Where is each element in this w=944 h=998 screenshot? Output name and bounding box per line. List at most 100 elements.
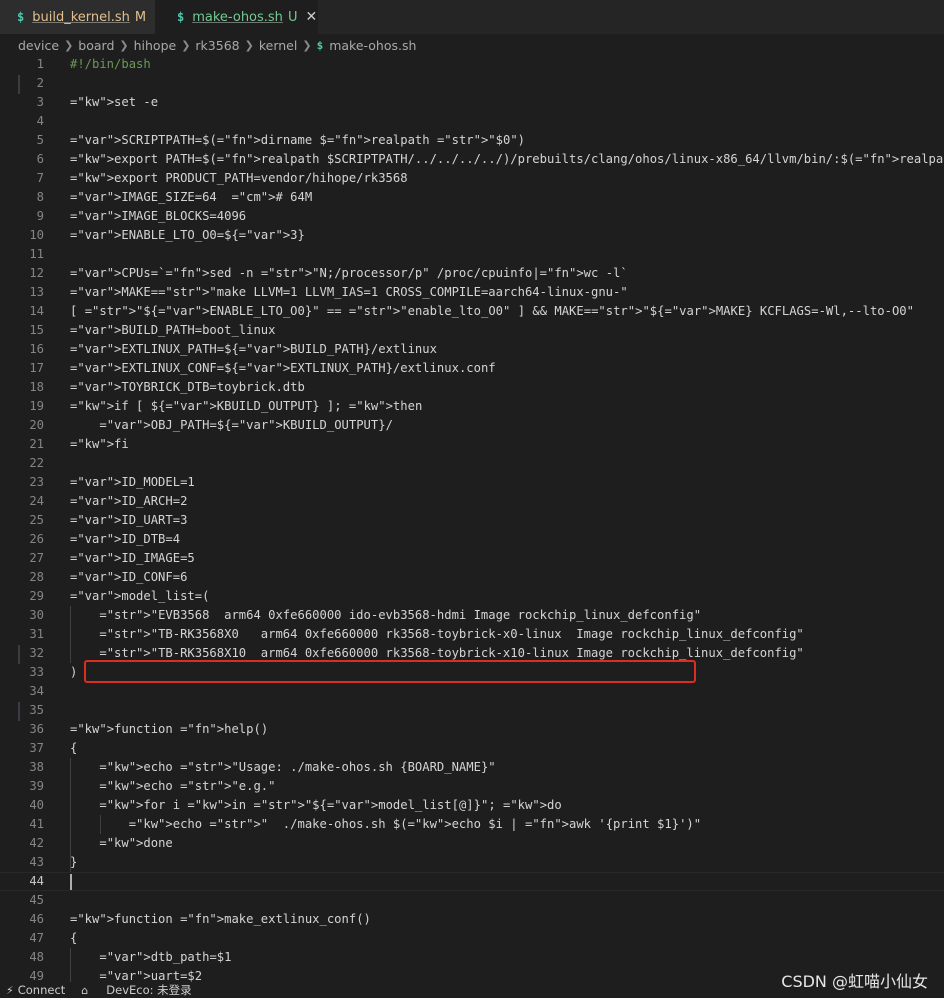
code-line[interactable]: 24 ="var">ID_ARCH=2 (0, 492, 944, 511)
code-line[interactable]: 13 ="var">MAKE=="str">"make LLVM=1 LLVM_I… (0, 283, 944, 302)
close-icon[interactable]: ✕ (305, 9, 317, 25)
code-line[interactable]: 22 (0, 454, 944, 473)
code-line[interactable]: 17 ="var">EXTLINUX_CONF=${="var">EXTLINUX… (0, 359, 944, 378)
shell-file-icon: $ (17, 10, 25, 24)
code-text: ="kw">set -e (70, 95, 159, 109)
breadcrumb-item[interactable]: rk3568 (195, 38, 239, 53)
code-text: ="kw">export PRODUCT_PATH=vendor/hihope/… (70, 171, 408, 185)
code-text: ="var">ID_DTB=4 (70, 532, 181, 546)
line-number: 18 (29, 380, 44, 394)
code-line[interactable]: 48 ="var">dtb_path=$1 (0, 948, 944, 967)
deveco-login-status[interactable]: DevEco: 未登录 (106, 982, 191, 998)
tab-label: make-ohos.sh (192, 9, 283, 25)
code-line[interactable]: 18 ="var">TOYBRICK_DTB=toybrick.dtb (0, 378, 944, 397)
code-text: ="kw">if [ ${="var">KBUILD_OUTPUT} ]; ="… (70, 399, 423, 413)
code-line[interactable]: 4 (0, 112, 944, 131)
tab-bar: $ build_kernel.sh M $ make-ohos.sh U ✕ (0, 0, 944, 34)
code-line[interactable]: 3 ="kw">set -e (0, 93, 944, 112)
text-cursor (70, 874, 72, 890)
code-line[interactable]: 47 { (0, 929, 944, 948)
breadcrumb-item[interactable]: board (78, 38, 114, 53)
code-line[interactable]: 42 ="kw">done (0, 834, 944, 853)
code-line[interactable]: 44 (0, 872, 944, 891)
connect-button[interactable]: ⚡ Connect (6, 983, 65, 997)
line-number: 2 (36, 76, 44, 90)
code-line[interactable]: 33) (0, 663, 944, 682)
code-line[interactable]: 26 ="var">ID_DTB=4 (0, 530, 944, 549)
code-line[interactable]: 25 ="var">ID_UART=3 (0, 511, 944, 530)
code-text: ="var">IMAGE_BLOCKS=4096 (70, 209, 247, 223)
code-line[interactable]: 41 ="kw">echo ="str">" ./make-ohos.sh $(… (0, 815, 944, 834)
code-line[interactable]: 27 ="var">ID_IMAGE=5 (0, 549, 944, 568)
indent-guide (70, 606, 71, 663)
code-line[interactable]: 11 (0, 245, 944, 264)
code-text: ="var">SCRIPTPATH=$(="fn">dirname $="fn"… (70, 133, 525, 147)
code-line[interactable]: 28 ="var">ID_CONF=6 (0, 568, 944, 587)
code-line[interactable]: 29 ="var">model_list=( (0, 587, 944, 606)
code-line[interactable]: 20 ="var">OBJ_PATH=${="var">KBUILD_OUTPU… (0, 416, 944, 435)
line-number: 46 (29, 912, 44, 926)
line-number: 8 (36, 190, 44, 204)
line-number: 31 (29, 627, 44, 641)
chevron-right-icon: ❯ (181, 38, 191, 52)
line-number: 4 (36, 114, 44, 128)
code-line[interactable]: 6 ="kw">export PATH=$(="fn">realpath $SCR… (0, 150, 944, 169)
code-line[interactable]: 39 ="kw">echo ="str">"e.g." (0, 777, 944, 796)
code-line[interactable]: 34 (0, 682, 944, 701)
code-line[interactable]: 12 ="var">CPUs=`="fn">sed -n ="str">"N;/p… (0, 264, 944, 283)
code-line[interactable]: 5 ="var">SCRIPTPATH=$(="fn">dirname $="fn… (0, 131, 944, 150)
code-line[interactable]: 9 ="var">IMAGE_BLOCKS=4096 (0, 207, 944, 226)
code-line[interactable]: 2 (0, 74, 944, 93)
breadcrumb-item[interactable]: hihope (134, 38, 177, 53)
code-line[interactable]: 14 [ ="str">"${="var">ENABLE_LTO_O0}" == … (0, 302, 944, 321)
code-line[interactable]: 7 ="kw">export PRODUCT_PATH=vendor/hihope… (0, 169, 944, 188)
code-line[interactable]: 45 (0, 891, 944, 910)
code-text: ="var">ID_CONF=6 (70, 570, 188, 584)
code-line[interactable]: 32 ="str">"TB-RK3568X10 arm64 0xfe660000… (0, 644, 944, 663)
code-line[interactable]: 31 ="str">"TB-RK3568X0 arm64 0xfe660000 … (0, 625, 944, 644)
line-number: 6 (36, 152, 44, 166)
code-text: ="kw">echo ="str">"Usage: ./make-ohos.sh… (99, 760, 496, 774)
code-text: ="var">uart=$2 (99, 969, 203, 982)
line-number: 16 (29, 342, 44, 356)
line-number: 39 (29, 779, 44, 793)
code-text: ="var">MAKE=="str">"make LLVM=1 LLVM_IAS… (70, 285, 628, 299)
line-number: 41 (29, 817, 44, 831)
code-line[interactable]: 10 ="var">ENABLE_LTO_O0=${="var">3} (0, 226, 944, 245)
code-line[interactable]: 8 ="var">IMAGE_SIZE=64 ="cm"># 64M (0, 188, 944, 207)
code-line[interactable]: 36 ="kw">function ="fn">help() (0, 720, 944, 739)
code-line[interactable]: 35 (0, 701, 944, 720)
breadcrumb-item[interactable]: make-ohos.sh (329, 38, 416, 53)
line-number: 26 (29, 532, 44, 546)
tab-make-ohos[interactable]: $ make-ohos.sh U ✕ (155, 0, 318, 34)
code-line[interactable]: 16 ="var">EXTLINUX_PATH=${="var">BUILD_PA… (0, 340, 944, 359)
code-line[interactable]: 38 ="kw">echo ="str">"Usage: ./make-ohos… (0, 758, 944, 777)
line-number: 21 (29, 437, 44, 451)
line-number: 32 (29, 646, 44, 660)
line-number: 43 (29, 855, 44, 869)
breadcrumb-item[interactable]: device (18, 38, 59, 53)
code-line[interactable]: 43} (0, 853, 944, 872)
code-line[interactable]: 21 ="kw">fi (0, 435, 944, 454)
code-line[interactable]: 30 ="str">"EVB3568 arm64 0xfe660000 ido-… (0, 606, 944, 625)
code-line[interactable]: 1 #!/bin/bash (0, 56, 944, 74)
code-editor[interactable]: 1 #!/bin/bash 2 3 ="kw">set -e 4 5 ="var">SCRIP… (0, 56, 944, 982)
git-status-badge: U (287, 9, 298, 25)
home-button[interactable]: ⌂ (81, 984, 92, 997)
code-text: ="kw">echo ="str">"e.g." (99, 779, 276, 793)
code-text: ="var">ID_UART=3 (70, 513, 188, 527)
code-line[interactable]: 15 ="var">BUILD_PATH=boot_linux (0, 321, 944, 340)
code-text: ="var">EXTLINUX_CONF=${="var">EXTLINUX_P… (70, 361, 496, 375)
breadcrumb-item[interactable]: kernel (259, 38, 298, 53)
line-number: 11 (29, 247, 44, 261)
line-number: 47 (29, 931, 44, 945)
code-line[interactable]: 37 { (0, 739, 944, 758)
code-line[interactable]: 46 ="kw">function ="fn">make_extlinux_con… (0, 910, 944, 929)
tab-build-kernel[interactable]: $ build_kernel.sh M (0, 0, 155, 34)
code-text: [ ="str">"${="var">ENABLE_LTO_O0}" == ="… (70, 304, 914, 318)
code-line[interactable]: 40 ="kw">for i ="kw">in ="str">"${="var"… (0, 796, 944, 815)
line-number: 40 (29, 798, 44, 812)
code-line[interactable]: 23 ="var">ID_MODEL=1 (0, 473, 944, 492)
code-line[interactable]: 19 ="kw">if [ ${="var">KBUILD_OUTPUT} ]; … (0, 397, 944, 416)
line-number: 15 (29, 323, 44, 337)
